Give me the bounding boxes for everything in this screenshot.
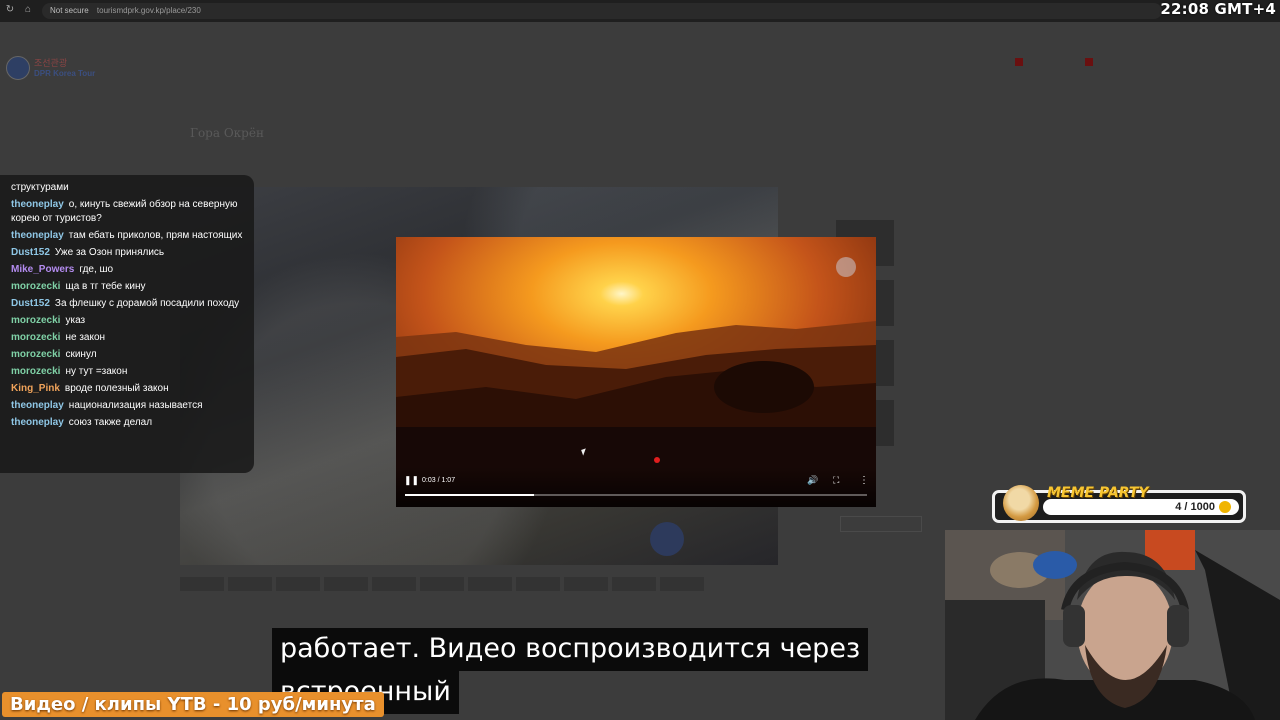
subtitle-line-1: работает. Видео воспроизводится через	[272, 628, 869, 671]
address-bar[interactable]: Not secure tourismdprk.gov.kp/place/230	[42, 3, 1162, 19]
nav-item[interactable]	[922, 58, 978, 69]
not-secure-badge[interactable]: Not secure	[50, 6, 89, 15]
nav-item[interactable]	[782, 58, 838, 69]
browser-nav: ↻ ⌂	[4, 4, 34, 16]
coin-icon	[1219, 501, 1231, 513]
chat-username[interactable]: morozecki	[11, 349, 60, 360]
chat-text: За флешку с дорамой посадили походу	[54, 297, 240, 309]
gallery-thumbnail[interactable]	[372, 577, 416, 591]
chat-username[interactable]: theoneplay	[11, 417, 64, 428]
nav-item[interactable]	[852, 58, 908, 69]
video-player[interactable]: ❚❚ 0:03 / 1:07 🔊 ⛶ ⋮	[396, 237, 876, 507]
progress-fill	[405, 494, 535, 496]
gallery-thumbnail[interactable]	[420, 577, 464, 591]
chat-text: Уже за Озон принялись	[54, 246, 165, 258]
chat-text: там ебать приколов, прям настоящих	[68, 229, 243, 241]
meme-party-widget: MEME PARTY 4 / 1000	[992, 485, 1246, 523]
chat-text: указ	[65, 314, 86, 326]
webcam-image	[945, 530, 1280, 720]
clock-overlay: 22:08 GMT+4	[1160, 0, 1276, 18]
meme-title: MEME PARTY	[1047, 485, 1149, 501]
chat-message: morozecki ща в тг тебе кину	[11, 280, 246, 294]
gallery-thumbnail[interactable]	[276, 577, 320, 591]
gallery-thumbnail[interactable]	[324, 577, 368, 591]
nav-item[interactable]	[712, 58, 768, 69]
watermark-seal-icon	[650, 522, 684, 556]
page-title: Гора Окрён	[190, 126, 264, 140]
chat-message: morozecki скинул	[11, 348, 246, 362]
time-display: 0:03 / 1:07	[422, 477, 456, 484]
url-text: tourismdprk.gov.kp/place/230	[96, 6, 201, 15]
chat-username[interactable]: Dust152	[11, 247, 50, 258]
meme-count: 4 / 1000	[1175, 501, 1215, 513]
nav-item[interactable]	[1062, 58, 1118, 69]
flag-icon	[1015, 58, 1023, 66]
gallery-thumbnail[interactable]	[612, 577, 656, 591]
stream-chat: структурами theoneplay о, кинуть свежий об…	[0, 175, 254, 473]
chat-message: Dust152 За флешку с дорамой посадили похо…	[11, 297, 246, 311]
chat-username[interactable]: morozecki	[11, 281, 60, 292]
site-logo[interactable]: 조선관광 DPR Korea Tour	[6, 56, 95, 80]
promo-banner: Видео / клипы YTB - 10 руб/минута	[2, 692, 384, 717]
chat-username[interactable]: theoneplay	[11, 400, 64, 411]
chat-text: союз также делал	[68, 416, 153, 428]
chat-text: структурами	[11, 182, 69, 193]
chat-message: King_Pink вроде полезный закон	[11, 382, 246, 396]
chat-text: скинул	[65, 348, 97, 360]
gallery-thumbnail[interactable]	[228, 577, 272, 591]
nav-item[interactable]	[1132, 58, 1188, 69]
chat-text: вроде полезный закон	[64, 382, 169, 394]
home-icon[interactable]: ⌂	[22, 4, 34, 16]
chat-username[interactable]: morozecki	[11, 366, 60, 377]
thumbnail-strip	[180, 577, 704, 591]
chat-text: ща в тг тебе кину	[65, 280, 146, 292]
progress-bar[interactable]	[405, 494, 867, 496]
gallery-thumbnail[interactable]	[564, 577, 608, 591]
site-navigation	[712, 58, 1258, 69]
chat-message: Dust152 Уже за Озон принялись	[11, 246, 246, 260]
nav-item[interactable]	[1202, 58, 1258, 69]
chat-text: где, шо	[79, 263, 114, 275]
doge-icon	[1003, 485, 1039, 521]
player-logo-icon	[836, 257, 856, 277]
logo-korean-text: 조선관광	[34, 58, 68, 69]
chat-username[interactable]: theoneplay	[11, 199, 64, 210]
flag-icon	[1085, 58, 1093, 66]
more-options-icon[interactable]: ⋮	[859, 475, 869, 486]
chat-message: morozecki указ	[11, 314, 246, 328]
chat-username[interactable]: morozecki	[11, 332, 60, 343]
logo-emblem-icon	[6, 56, 30, 80]
chat-message: theoneplay национализация называется	[11, 399, 246, 413]
chat-username[interactable]: theoneplay	[11, 230, 64, 241]
chat-text: национализация называется	[68, 399, 203, 411]
chat-message: morozecki ну тут =закон	[11, 365, 246, 379]
reload-icon[interactable]: ↻	[4, 4, 16, 16]
nav-item[interactable]	[992, 58, 1048, 69]
chat-username[interactable]: King_Pink	[11, 383, 60, 394]
chat-message: Mike_Powers где, шо	[11, 263, 246, 277]
pause-icon[interactable]: ❚❚	[404, 475, 419, 486]
gallery-thumbnail[interactable]	[516, 577, 560, 591]
chat-text: не закон	[65, 331, 106, 343]
logo-sub-text: DPR Korea Tour	[34, 68, 96, 78]
fullscreen-icon[interactable]: ⛶	[833, 475, 839, 486]
gallery-thumbnail[interactable]	[180, 577, 224, 591]
sidebar-more-button[interactable]	[840, 516, 922, 532]
gallery-thumbnail[interactable]	[468, 577, 512, 591]
gallery-thumbnail[interactable]	[660, 577, 704, 591]
browser-toolbar: ↻ ⌂ Not secure tourismdprk.gov.kp/place/…	[0, 0, 1280, 22]
chat-message: структурами	[11, 181, 246, 195]
chat-message: theoneplay союз также делал	[11, 416, 246, 430]
chat-message: theoneplay там ебать приколов, прям насто…	[11, 229, 246, 243]
chat-username[interactable]: Dust152	[11, 298, 50, 309]
chat-username[interactable]: Mike_Powers	[11, 264, 74, 275]
chat-message: theoneplay о, кинуть свежий обзор на севе…	[11, 198, 246, 225]
volume-icon[interactable]: 🔊	[807, 475, 818, 486]
player-controls	[396, 467, 876, 507]
webcam-feed	[945, 530, 1280, 720]
chat-message: morozecki не закон	[11, 331, 246, 345]
chat-text: ну тут =закон	[65, 365, 128, 377]
chat-username[interactable]: morozecki	[11, 315, 60, 326]
